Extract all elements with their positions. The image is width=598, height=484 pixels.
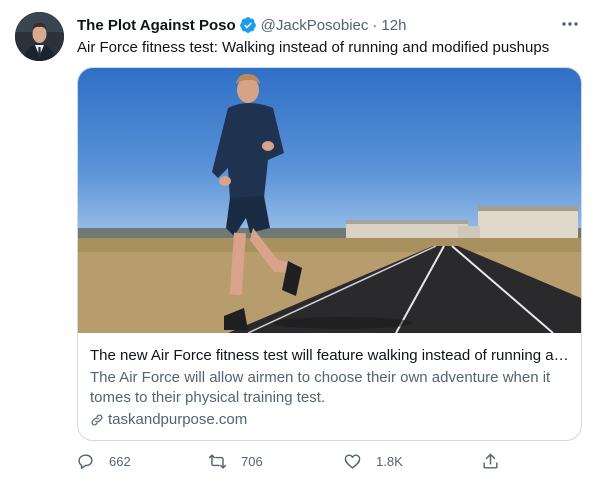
retweet-icon — [208, 454, 227, 469]
share-button[interactable] — [481, 452, 514, 471]
tweet-text: Air Force fitness test: Walking instead … — [77, 39, 550, 56]
card-title[interactable]: The new Air Force fitness test will feat… — [90, 346, 571, 366]
avatar[interactable] — [15, 12, 64, 61]
more-icon[interactable] — [560, 14, 580, 34]
tweet-header: The Plot Against Poso @JackPosobiec · 12… — [77, 14, 584, 36]
like-count: 1.8K — [376, 454, 403, 469]
reply-icon — [78, 454, 93, 469]
like-icon — [344, 454, 361, 469]
link-card[interactable]: The new Air Force fitness test will feat… — [77, 67, 582, 441]
avatar-image — [15, 12, 64, 61]
action-bar: 662 706 1.8K — [76, 452, 506, 476]
share-icon — [483, 453, 498, 469]
link-icon — [91, 414, 103, 426]
card-image — [78, 68, 581, 333]
card-body: The new Air Force fitness test will feat… — [90, 346, 571, 430]
retweet-button[interactable]: 706 — [208, 452, 263, 471]
card-description: The Air Force will allow airmen to choos… — [90, 369, 551, 406]
handle[interactable]: @JackPosobiec — [261, 17, 369, 34]
timestamp[interactable]: 12h — [381, 17, 406, 34]
like-button[interactable]: 1.8K — [343, 452, 403, 471]
reply-count: 662 — [109, 454, 131, 469]
card-domain[interactable]: taskandpurpose.com — [108, 410, 247, 430]
display-name[interactable]: The Plot Against Poso — [77, 17, 236, 34]
separator: · — [372, 16, 378, 34]
verified-badge-icon — [239, 17, 256, 33]
retweet-count: 706 — [241, 454, 263, 469]
card-domain-row: taskandpurpose.com — [90, 410, 571, 430]
reply-button[interactable]: 662 — [76, 452, 131, 471]
